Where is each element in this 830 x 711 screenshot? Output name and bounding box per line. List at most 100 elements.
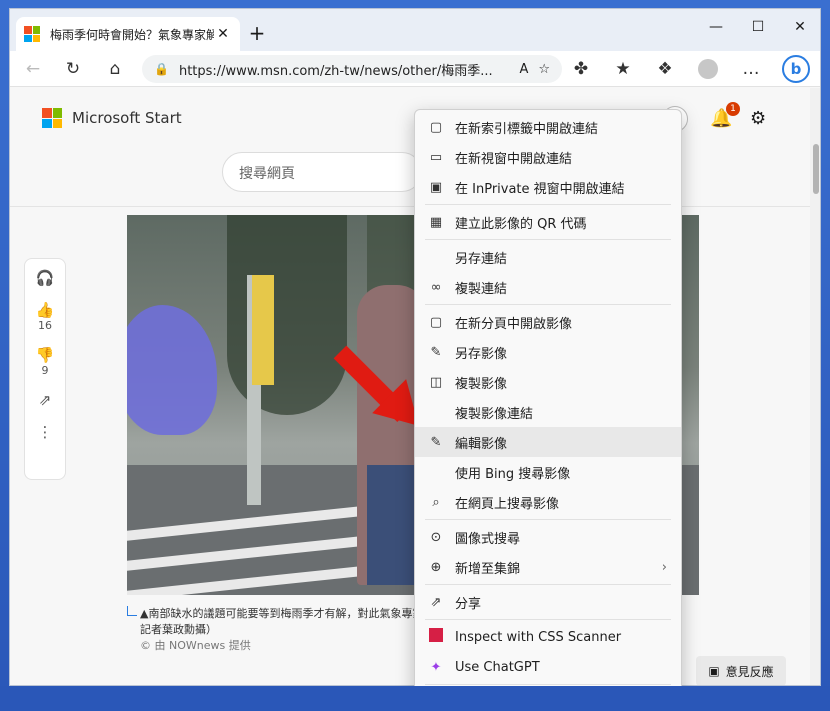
visual-search-icon: ⊙ [430, 529, 442, 545]
feedback-label: 意見反應 [725, 664, 774, 679]
menu-item-label: 在新索引標籤中開啟連結 [455, 121, 599, 137]
menu-separator [425, 584, 671, 585]
menu-item[interactable]: Inspect with CSS Scanner [415, 622, 681, 652]
menu-item-label: 使用 Bing 搜尋影像 [455, 466, 571, 482]
back-icon[interactable]: ← [22, 59, 44, 79]
read-aloud-icon[interactable]: A [519, 62, 528, 77]
css-scanner-icon [427, 628, 445, 646]
gear-icon[interactable]: ⚙ [750, 108, 766, 129]
link-icon: ∞ [430, 279, 442, 295]
more-button[interactable]: ⋮ [38, 423, 53, 441]
menu-separator [425, 239, 671, 240]
side-rail: 🎧 👍 16 👎 9 ⇗ ⋮ [24, 258, 66, 480]
browser-toolbar: ← ↻ ⌂ 🔒 https://www.msn.com/zh-tw/news/o… [10, 51, 820, 87]
menu-separator [425, 519, 671, 520]
like-count: 16 [38, 319, 52, 332]
extensions-icon[interactable]: ✤ [570, 59, 592, 79]
close-tab-icon[interactable]: ✕ [214, 26, 232, 42]
home-icon[interactable]: ⌂ [104, 59, 126, 79]
caption-marker [127, 606, 137, 616]
msn-favicon-icon [24, 26, 40, 42]
collections-icon[interactable]: ❖ [654, 59, 676, 79]
menu-item[interactable]: ⌕ 在網頁上搜尋影像 [415, 487, 681, 517]
menu-item-label: 新增至集錦 [455, 561, 521, 577]
address-bar[interactable]: 🔒 https://www.msn.com/zh-tw/news/other/梅… [142, 55, 562, 83]
photo-bollard [252, 275, 274, 385]
menu-item[interactable]: ✎ 編輯影像 [415, 427, 681, 457]
menu-separator [425, 204, 671, 205]
menu-item[interactable]: ▢ 在新分頁中開啟影像 [415, 307, 681, 337]
menu-item-label: 編輯影像 [455, 436, 508, 452]
microsoft-start-logo[interactable]: Microsoft Start [42, 108, 182, 128]
save-image-icon: ✎ [430, 344, 442, 360]
menu-item-label: 複製連結 [455, 281, 508, 297]
context-menu: ▢ 在新索引標籤中開啟連結 ▭ 在新視窗中開啟連結 ▣ 在 InPrivate 視窗中開啟… [414, 109, 682, 711]
favorites-icon[interactable]: ★ [612, 59, 634, 79]
menu-separator [425, 684, 671, 685]
menu-item-label: 圖像式搜尋 [455, 531, 521, 547]
menu-item-label: 另存連結 [455, 251, 508, 267]
copy-image-icon: ◫ [429, 374, 443, 390]
more-options-icon[interactable]: … [740, 59, 762, 79]
profile-avatar[interactable] [698, 59, 718, 79]
menu-item[interactable]: 另存連結 [415, 242, 681, 272]
chatgpt-icon: ✦ [430, 659, 442, 675]
header-divider [10, 206, 810, 207]
photo-caption: ▲南部缺水的議題可能要等到梅雨季才有解，對此氣象專家…記者葉政勳攝） © 由 N… [140, 606, 440, 654]
menu-item-label: 複製影像 [455, 376, 508, 392]
share-icon: ⇗ [430, 594, 442, 610]
menu-item[interactable]: 使用 Bing 搜尋影像 [415, 457, 681, 487]
edit-image-icon: ✎ [430, 434, 442, 450]
tab-strip: 梅雨季何時會開始？氣象專家解釋 ✕ + — ☐ ✕ [10, 9, 820, 51]
menu-item[interactable]: ✦ Use ChatGPT [415, 652, 681, 682]
menu-item[interactable]: ▣ 在 InPrivate 視窗中開啟連結 [415, 172, 681, 202]
add-favorite-icon[interactable]: ☆ [538, 62, 550, 77]
refresh-icon[interactable]: ↻ [62, 59, 84, 79]
new-tab-button[interactable]: + [246, 21, 268, 45]
menu-item[interactable]: ▭ 在新視窗中開啟連結 [415, 142, 681, 172]
menu-item-label: 分享 [455, 596, 482, 612]
scrollbar-thumb[interactable] [813, 144, 819, 194]
open-image-icon: ▢ [429, 314, 443, 330]
close-window-button[interactable]: ✕ [780, 19, 820, 35]
inprivate-icon: ▣ [429, 179, 443, 195]
menu-separator [425, 304, 671, 305]
menu-separator [425, 619, 671, 620]
bing-chat-icon[interactable]: b [782, 55, 810, 83]
minimize-button[interactable]: — [696, 19, 736, 35]
tab-title: 梅雨季何時會開始？氣象專家解釋 [50, 27, 214, 42]
page-scrollbar[interactable] [810, 88, 820, 685]
share-button[interactable]: ⇗ [39, 391, 52, 409]
menu-item[interactable]: ▦ 建立此影像的 QR 代碼 [415, 207, 681, 237]
caption-source: © 由 NOWnews 提供 [140, 639, 251, 652]
maximize-button[interactable]: ☐ [738, 19, 778, 35]
menu-item-label: 在網頁上搜尋影像 [455, 496, 560, 512]
menu-item[interactable]: ⇗ 分享 [415, 587, 681, 617]
collections-icon: ⊕ [430, 559, 442, 575]
tab-active[interactable]: 梅雨季何時會開始？氣象專家解釋 ✕ [16, 17, 240, 51]
feedback-button[interactable]: ▣ 意見反應 [696, 656, 786, 685]
brand-name: Microsoft Start [72, 109, 182, 127]
taskbar [0, 686, 830, 711]
photo-tree [227, 215, 347, 415]
menu-item[interactable]: ✎ 另存影像 [415, 337, 681, 367]
microsoft-logo-icon [42, 108, 62, 128]
menu-item[interactable]: ∞ 複製連結 [415, 272, 681, 302]
menu-item[interactable]: 複製影像連結 [415, 397, 681, 427]
lock-icon[interactable]: 🔒 [154, 62, 169, 76]
dislike-button[interactable]: 👎 9 [36, 346, 55, 377]
menu-item[interactable]: ⊙ 圖像式搜尋 [415, 522, 681, 552]
menu-item[interactable]: ⊕ 新增至集錦 › [415, 552, 681, 582]
like-button[interactable]: 👍 16 [36, 301, 55, 332]
menu-item-label: 在新分頁中開啟影像 [455, 316, 573, 332]
listen-button[interactable]: 🎧 [36, 269, 55, 287]
menu-item-label: 另存影像 [455, 346, 508, 362]
url-text: https://www.msn.com/zh-tw/news/other/梅雨季… [178, 63, 493, 79]
menu-item[interactable]: ◫ 複製影像 [415, 367, 681, 397]
menu-item-label: 複製影像連結 [455, 406, 534, 422]
menu-item[interactable]: ▢ 在新索引標籤中開啟連結 [415, 112, 681, 142]
search-input[interactable]: 搜尋網頁 [222, 152, 422, 192]
new-window-icon: ▭ [429, 149, 443, 165]
menu-item-label: 建立此影像的 QR 代碼 [455, 216, 587, 232]
chevron-right-icon: › [661, 559, 667, 575]
